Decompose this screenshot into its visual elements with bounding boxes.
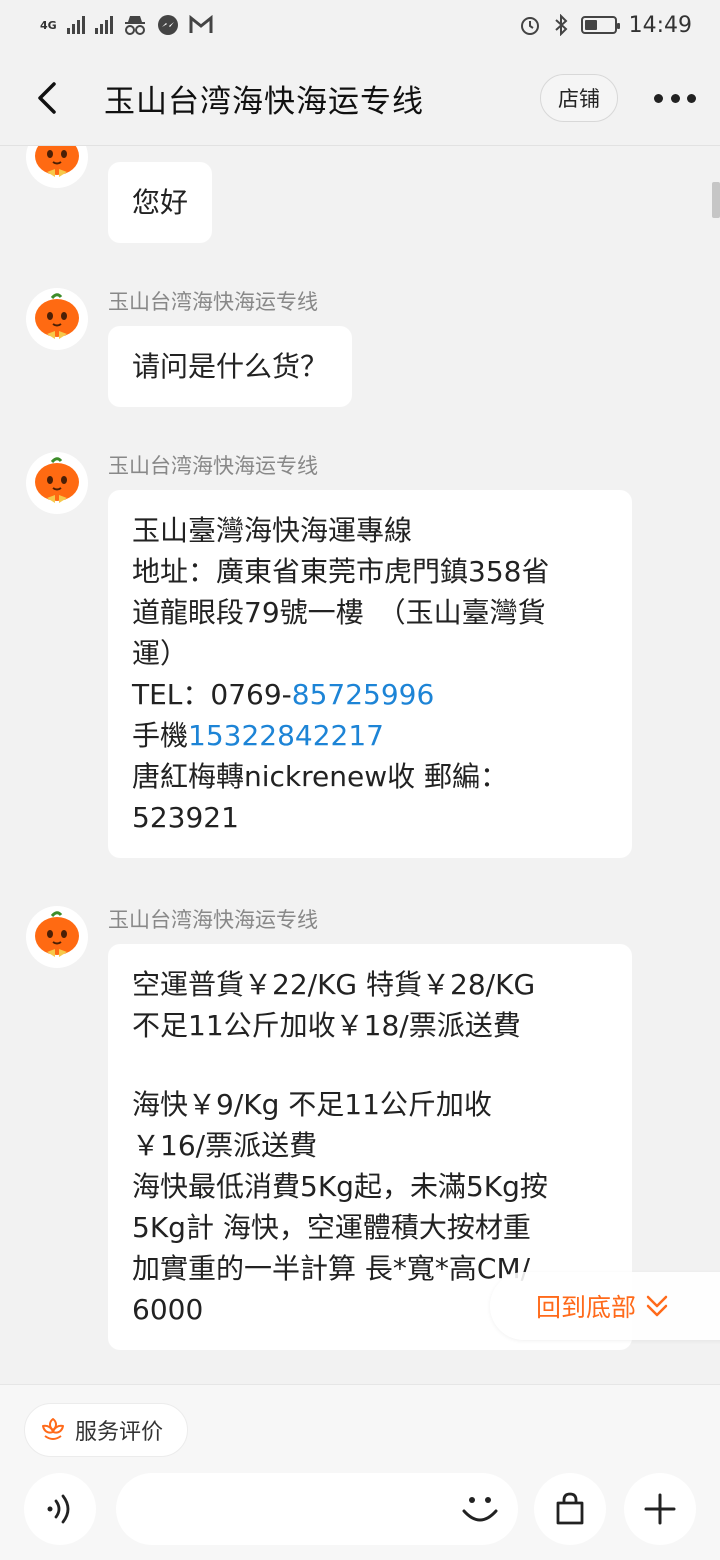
message-text: 海快￥9/Kg 不足11公斤加收 [132,1088,492,1121]
message-text: TEL：0769-85725996 [132,674,608,715]
voice-icon [47,1494,70,1524]
scrollbar[interactable] [712,182,720,218]
service-evaluation-label: 服务评价 [75,1420,164,1445]
signal-4g-icon: 4G [40,18,57,32]
voice-button[interactable] [24,1473,96,1545]
avatar[interactable] [26,906,88,968]
message-text: ￥16/票派送費 [132,1129,318,1162]
back-icon[interactable] [30,78,70,118]
message-text: 5Kg計 海快，空運體積大按材重 [132,1211,531,1244]
message-text: 海快最低消費5Kg起，未滿5Kg按 [132,1170,548,1203]
double-chevron-down-icon [646,1295,668,1317]
gmail-icon [189,15,213,33]
shopping-bag-icon [556,1492,584,1525]
message-text: 不足11公斤加收￥18/票派送費 [132,1009,521,1042]
sender-name: 玉山台湾海快海运专线 [108,908,318,932]
message-text: 请问是什么货？ [132,350,329,383]
message-text: 運） [132,637,189,670]
chat-area[interactable]: 您好 玉山台湾海快海运专线 请问是什么货？ 玉山台湾海快海运专线 玉山臺灣海快海… [0,146,720,1384]
message-text: 地址：廣東省東莞市虎門鎮358省 [132,555,550,588]
battery-icon [580,16,620,34]
page-title: 玉山台湾海快海运专线 [104,84,424,120]
service-evaluation-button[interactable]: 服务评价 [24,1403,188,1457]
message-text: 道龍眼段79號一樓 （玉山臺灣貨 [132,596,546,629]
mobile-prefix: 手機 [132,719,189,752]
alarm-icon [520,17,539,35]
tel-prefix: TEL：0769- [132,678,292,711]
signal-icon [94,16,113,34]
flower-icon [42,1418,64,1440]
bluetooth-icon [554,14,568,36]
message-bubble[interactable]: 玉山臺灣海快海運專線 地址：廣東省東莞市虎門鎮358省 道龍眼段79號一樓 （玉… [108,490,632,858]
message-text: 唐紅梅轉nickrenew收 郵編： [132,760,509,793]
plus-icon [644,1493,676,1525]
message-text: 空運普貨￥22/KG 特貨￥28/KG [132,968,536,1001]
message-bubble[interactable]: 请问是什么货？ [108,326,353,407]
message-text: 523921 [132,801,239,834]
shop-button[interactable]: 店铺 [540,74,618,122]
shopping-bag-button[interactable] [534,1473,606,1545]
messenger-icon [157,15,178,35]
message-text: 玉山臺灣海快海運專線 [132,514,413,547]
message-bubble[interactable]: 您好 [108,162,213,243]
plus-button[interactable] [624,1473,696,1545]
message-text: 手機15322842217 [132,715,608,756]
more-icon[interactable] [654,86,696,110]
chat-header: 玉山台湾海快海运专线 店铺 [0,50,720,146]
emoji-icon[interactable] [455,1485,505,1535]
incognito-icon [124,16,145,35]
avatar[interactable] [26,452,88,514]
mobile-link[interactable]: 15322842217 [188,719,384,752]
message-text: 您好 [132,186,189,219]
avatar[interactable] [26,146,88,188]
phone-link[interactable]: 85725996 [292,678,435,711]
back-to-bottom-button[interactable]: 回到底部 [490,1272,720,1340]
status-time: 14:49 [628,12,692,38]
sender-name: 玉山台湾海快海运专线 [108,290,318,314]
bottom-toolbar: 服务评价 [0,1384,720,1560]
sender-name: 玉山台湾海快海运专线 [108,454,318,478]
signal-icon [66,16,85,34]
back-to-bottom-label: 回到底部 [536,1293,637,1322]
avatar[interactable] [26,288,88,350]
status-bar: 4G 14:49 [0,0,720,50]
